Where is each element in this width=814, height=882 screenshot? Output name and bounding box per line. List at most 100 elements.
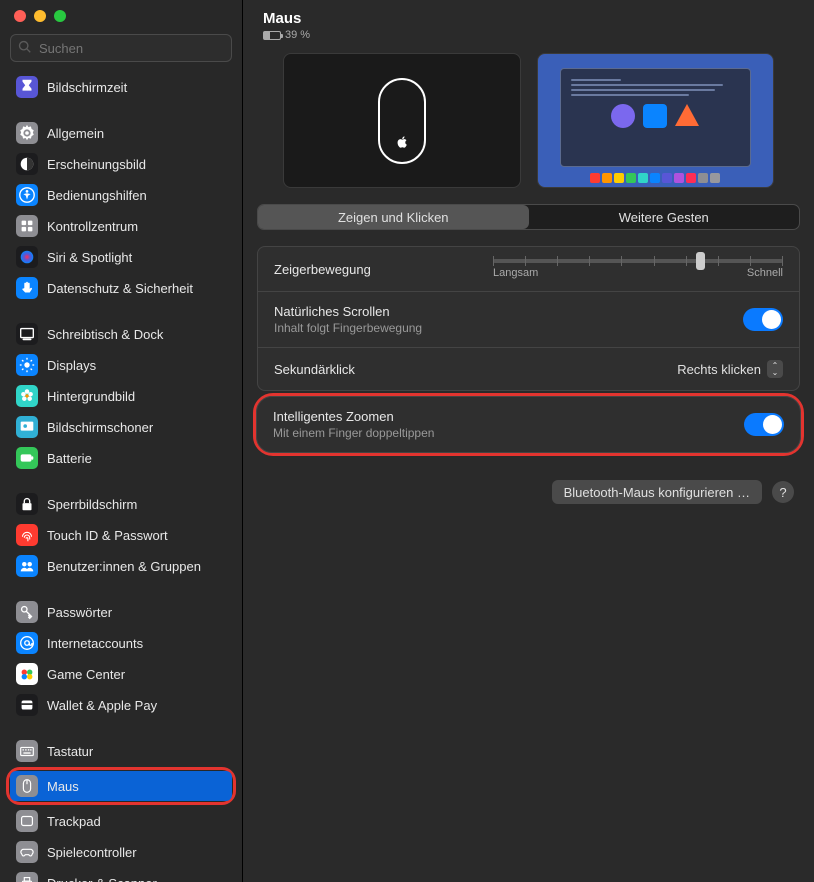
sidebar-item-displays[interactable]: Displays [10,350,232,380]
keyboard-icon [16,740,38,762]
help-button[interactable]: ? [772,481,794,503]
tab-point-click[interactable]: Zeigen und Klicken [258,205,529,229]
sidebar-item-bedienungshilfen[interactable]: Bedienungshilfen [10,180,232,210]
mouse-icon [378,78,426,164]
intelligent-zoom-toggle[interactable] [744,413,784,436]
gesture-preview[interactable] [537,53,775,188]
printer-icon [16,872,38,882]
sidebar-item-label: Maus [47,779,79,794]
accessibility-icon [16,184,38,206]
main-content: Maus 39 % Zeigen und Klicken We [243,0,814,882]
setting-natural-scroll: Natürliches Scrollen Inhalt folgt Finger… [258,292,799,348]
preview-row [243,53,814,204]
sidebar-item-game-center[interactable]: Game Center [10,659,232,689]
sidebar-item-label: Bedienungshilfen [47,188,147,203]
fingerprint-icon [16,524,38,546]
key-icon [16,601,38,623]
sidebar-nav: Bildschirmzeit Allgemein Erscheinungsbild B… [0,72,242,882]
pointer-speed-slider[interactable]: Langsam Schnell [493,259,783,279]
sidebar-item-internetaccounts[interactable]: Internetaccounts [10,628,232,658]
tab-more-gestures[interactable]: Weitere Gesten [529,205,800,229]
header: Maus 39 % [243,0,814,53]
sidebar-item-drucker-scanner[interactable]: Drucker & Scanner [10,868,232,882]
tab-bar: Zeigen und Klicken Weitere Gesten [257,204,800,230]
sidebar-item-bildschirmschoner[interactable]: Bildschirmschoner [10,412,232,442]
sidebar-item-label: Erscheinungsbild [47,157,146,172]
hourglass-icon [16,76,38,98]
trackpad-icon [16,810,38,832]
sidebar-item-label: Datenschutz & Sicherheit [47,281,193,296]
natural-scroll-toggle[interactable] [743,308,783,331]
sidebar-item-label: Bildschirmschoner [47,420,153,435]
sidebar-item-label: Batterie [47,451,92,466]
window-controls [0,0,242,34]
sidebar-item-wallet-apple-pay[interactable]: Wallet & Apple Pay [10,690,232,720]
sidebar-item-trackpad[interactable]: Trackpad [10,806,232,836]
sidebar-item-label: Passwörter [47,605,112,620]
secondary-click-select[interactable]: Rechts klicken ⌃⌄ [677,360,783,378]
sun-icon [16,354,38,376]
screensaver-icon [16,416,38,438]
sidebar-item-spielecontroller[interactable]: Spielecontroller [10,837,232,867]
sidebar-item-label: Schreibtisch & Dock [47,327,163,342]
battery-icon [16,447,38,469]
sidebar-item-passw-rter[interactable]: Passwörter [10,597,232,627]
battery-status: 39 % [263,29,794,41]
sidebar-item-siri-spotlight[interactable]: Siri & Spotlight [10,242,232,272]
controller-icon [16,841,38,863]
chevron-up-down-icon: ⌃⌄ [767,360,783,378]
battery-icon [263,31,281,40]
sidebar-item-label: Sperrbildschirm [47,497,137,512]
configure-bluetooth-button[interactable]: Bluetooth-Maus konfigurieren … [552,480,762,504]
at-icon [16,632,38,654]
sidebar-item-label: Benutzer:innen & Gruppen [47,559,201,574]
sidebar-item-batterie[interactable]: Batterie [10,443,232,473]
setting-pointer-speed: Zeigerbewegung Langsam Schnell [258,247,799,292]
sidebar-item-label: Game Center [47,667,125,682]
sidebar-item-hintergrundbild[interactable]: Hintergrundbild [10,381,232,411]
wallet-icon [16,694,38,716]
setting-intelligent-zoom: Intelligentes Zoomen Mit einem Finger do… [257,397,800,452]
sidebar-item-maus[interactable]: Maus [10,771,232,801]
sidebar-item-label: Trackpad [47,814,101,829]
sidebar-item-label: Allgemein [47,126,104,141]
footer: Bluetooth-Maus konfigurieren … ? [243,466,814,518]
sidebar-item-label: Drucker & Scanner [47,876,157,882]
search-input[interactable] [10,34,232,62]
sidebar-item-datenschutz-sicherheit[interactable]: Datenschutz & Sicherheit [10,273,232,303]
page-title: Maus [263,10,794,27]
sidebar-item-bildschirmzeit[interactable]: Bildschirmzeit [10,72,232,102]
mouse-preview[interactable] [283,53,521,188]
intelligent-zoom-highlight: Intelligentes Zoomen Mit einem Finger do… [253,393,804,456]
gear-icon [16,122,38,144]
maximize-window-icon[interactable] [54,10,66,22]
setting-secondary-click: Sekundärklick Rechts klicken ⌃⌄ [258,348,799,390]
sidebar-item-kontrollzentrum[interactable]: Kontrollzentrum [10,211,232,241]
hand-icon [16,277,38,299]
sidebar-highlight: Maus [6,767,236,805]
sidebar-item-allgemein[interactable]: Allgemein [10,118,232,148]
sidebar-item-sperrbildschirm[interactable]: Sperrbildschirm [10,489,232,519]
siri-icon [16,246,38,268]
flower-icon [16,385,38,407]
close-window-icon[interactable] [14,10,26,22]
sidebar-item-schreibtisch-dock[interactable]: Schreibtisch & Dock [10,319,232,349]
sidebar-item-label: Spielecontroller [47,845,137,860]
sidebar-item-label: Siri & Spotlight [47,250,132,265]
gamecenter-icon [16,663,38,685]
sidebar-item-label: Bildschirmzeit [47,80,127,95]
minimize-window-icon[interactable] [34,10,46,22]
sidebar-item-erscheinungsbild[interactable]: Erscheinungsbild [10,149,232,179]
sidebar-item-label: Displays [47,358,96,373]
appearance-icon [16,153,38,175]
sidebar-item-label: Kontrollzentrum [47,219,138,234]
sidebar-item-touch-id-passwort[interactable]: Touch ID & Passwort [10,520,232,550]
dock-icon [16,323,38,345]
sidebar-item-tastatur[interactable]: Tastatur [10,736,232,766]
lock-icon [16,493,38,515]
sidebar-item-benutzer-innen-gruppen[interactable]: Benutzer:innen & Gruppen [10,551,232,581]
control-icon [16,215,38,237]
sidebar-item-label: Tastatur [47,744,93,759]
sidebar-item-label: Hintergrundbild [47,389,135,404]
mouse-icon [16,775,38,797]
